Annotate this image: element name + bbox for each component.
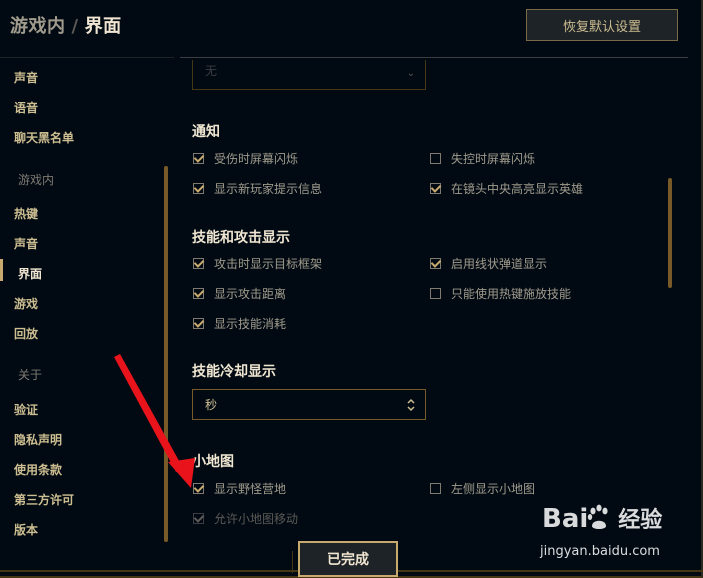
sidebar-item-interface[interactable]: 界面 [18, 265, 42, 282]
checkbox[interactable] [430, 483, 441, 494]
sidebar-item-voice[interactable]: 语音 [14, 99, 38, 116]
sidebar-item-version[interactable]: 版本 [14, 521, 38, 538]
section-title-cooldown: 技能冷却显示 [192, 364, 276, 380]
checkbox[interactable] [193, 483, 204, 494]
settings-window: 游戏内 / 界面 恢复默认设置 声音 语音 聊天黑名单 游戏内 热键 声音 界面 游… [0, 0, 703, 578]
checkbox[interactable] [430, 153, 441, 164]
option-linear-missile[interactable]: 启用线状弹道显示 [430, 255, 547, 272]
updown-chevron-icon [407, 398, 415, 412]
checkbox[interactable] [193, 183, 204, 194]
top-select-value: 无 [205, 64, 218, 78]
sidebar-item-sound-top[interactable]: 声音 [14, 69, 38, 86]
divider [0, 57, 174, 58]
checkbox[interactable] [193, 153, 204, 164]
option-label: 允许小地图移动 [214, 512, 299, 526]
option-minimap-move[interactable]: 允许小地图移动 [193, 510, 298, 527]
section-title-notify: 通知 [192, 124, 220, 140]
option-jungle-camps[interactable]: 显示野怪营地 [193, 480, 286, 497]
chevron-down-icon: ⌄ [406, 68, 415, 79]
sidebar-scrollbar-thumb[interactable] [164, 166, 168, 542]
checkbox[interactable] [193, 258, 204, 269]
option-label: 显示野怪营地 [214, 482, 287, 496]
done-button[interactable]: 已完成 [292, 541, 398, 577]
watermark-logo-part: Bai [542, 504, 589, 534]
checkbox[interactable] [193, 513, 204, 524]
option-ability-cost[interactable]: 显示技能消耗 [193, 315, 286, 332]
option-hurt-flash[interactable]: 受伤时屏幕闪烁 [193, 150, 298, 167]
watermark: Bai 经验 jingyan.baidu.com [540, 500, 695, 570]
cooldown-select[interactable]: 秒 [192, 389, 426, 420]
option-new-player-tips[interactable]: 显示新玩家提示信息 [193, 180, 322, 197]
option-attack-range[interactable]: 显示攻击距离 [193, 285, 286, 302]
option-label: 在镜头中央高亮显示英雄 [451, 182, 584, 196]
sidebar-scrollbar[interactable] [164, 166, 168, 542]
sidebar-item-hotkeys[interactable]: 热键 [14, 205, 38, 222]
option-label: 显示技能消耗 [214, 317, 287, 331]
option-cc-flash[interactable]: 失控时屏幕闪烁 [430, 150, 535, 167]
option-label: 启用线状弹道显示 [451, 257, 548, 271]
header: 游戏内 / 界面 恢复默认设置 [0, 0, 703, 56]
breadcrumb-separator: / [71, 16, 79, 37]
section-title-ability: 技能和攻击显示 [192, 230, 290, 246]
sidebar-item-replay[interactable]: 回放 [14, 325, 38, 342]
checkbox[interactable] [193, 318, 204, 329]
watermark-url: jingyan.baidu.com [540, 544, 660, 559]
sidebar-item-privacy[interactable]: 隐私声明 [14, 431, 62, 448]
sidebar: 声音 语音 聊天黑名单 游戏内 热键 声音 界面 游戏 回放 关于 验证 隐私声… [0, 60, 172, 550]
option-highlight-champion[interactable]: 在镜头中央高亮显示英雄 [430, 180, 583, 197]
sidebar-group-ingame: 游戏内 [18, 173, 55, 187]
watermark-logo: Bai 经验 [542, 502, 662, 534]
sidebar-group-about: 关于 [18, 368, 43, 382]
checkbox[interactable] [430, 258, 441, 269]
top-select[interactable]: 无 ⌄ [192, 60, 426, 90]
option-label: 失控时屏幕闪烁 [451, 152, 536, 166]
breadcrumb: 游戏内 / 界面 [10, 12, 122, 38]
sidebar-item-chat-blacklist[interactable]: 聊天黑名单 [14, 129, 74, 146]
option-label: 只能使用热键施放技能 [451, 287, 572, 301]
option-hotkey-only[interactable]: 只能使用热键施放技能 [430, 285, 571, 302]
checkbox[interactable] [430, 288, 441, 299]
watermark-logo-part: 经验 [618, 508, 663, 533]
section-title-minimap: 小地图 [192, 454, 234, 470]
breadcrumb-section: 游戏内 [10, 16, 66, 37]
option-label: 显示攻击距离 [214, 287, 287, 301]
active-indicator [0, 259, 3, 281]
sidebar-item-verify[interactable]: 验证 [14, 401, 38, 418]
option-label: 受伤时屏幕闪烁 [214, 152, 299, 166]
checkbox[interactable] [193, 288, 204, 299]
option-target-frame[interactable]: 攻击时显示目标框架 [193, 255, 322, 272]
option-label: 攻击时显示目标框架 [214, 257, 323, 271]
restore-defaults-button[interactable]: 恢复默认设置 [526, 9, 678, 41]
divider [180, 57, 688, 58]
cooldown-select-value: 秒 [205, 398, 218, 412]
content-scrollbar[interactable] [668, 178, 672, 288]
option-label: 左侧显示小地图 [451, 482, 536, 496]
sidebar-item-game[interactable]: 游戏 [14, 295, 38, 312]
option-label: 显示新玩家提示信息 [214, 182, 323, 196]
page-title: 界面 [84, 16, 122, 37]
checkbox[interactable] [430, 183, 441, 194]
sidebar-item-sound[interactable]: 声音 [14, 235, 38, 252]
sidebar-item-terms[interactable]: 使用条款 [14, 461, 62, 478]
option-minimap-left[interactable]: 左侧显示小地图 [430, 480, 535, 497]
sidebar-item-third-party[interactable]: 第三方许可 [14, 491, 74, 508]
